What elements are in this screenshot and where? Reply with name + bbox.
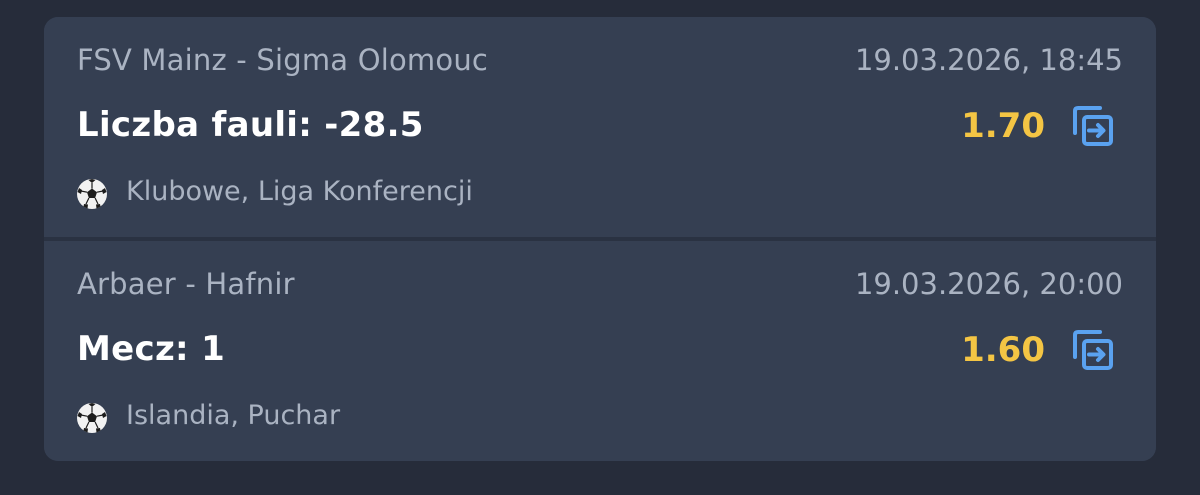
match-name: Arbaer - Hafnir	[77, 267, 295, 301]
bet-selection: Mecz: 1	[77, 329, 226, 369]
match-name: FSV Mainz - Sigma Olomouc	[77, 43, 489, 77]
odds-value: 1.60	[961, 330, 1045, 370]
odds-value: 1.70	[961, 106, 1045, 146]
bet-list: FSV Mainz - Sigma Olomouc 19.03.2026, 18…	[44, 17, 1156, 461]
copy-to-slip-icon[interactable]	[1070, 103, 1116, 149]
soccer-ball-icon	[76, 178, 108, 210]
league-name: Klubowe, Liga Konferencji	[126, 176, 473, 207]
league-name: Islandia, Puchar	[126, 400, 341, 431]
soccer-ball-icon	[76, 402, 108, 434]
match-datetime: 19.03.2026, 18:45	[854, 43, 1123, 77]
bet-card: Arbaer - Hafnir 19.03.2026, 20:00 Mecz: …	[44, 241, 1156, 461]
bet-card: FSV Mainz - Sigma Olomouc 19.03.2026, 18…	[44, 17, 1156, 237]
bet-selection: Liczba fauli: -28.5	[77, 105, 424, 145]
match-datetime: 19.03.2026, 20:00	[854, 267, 1123, 301]
copy-to-slip-icon[interactable]	[1070, 327, 1116, 373]
